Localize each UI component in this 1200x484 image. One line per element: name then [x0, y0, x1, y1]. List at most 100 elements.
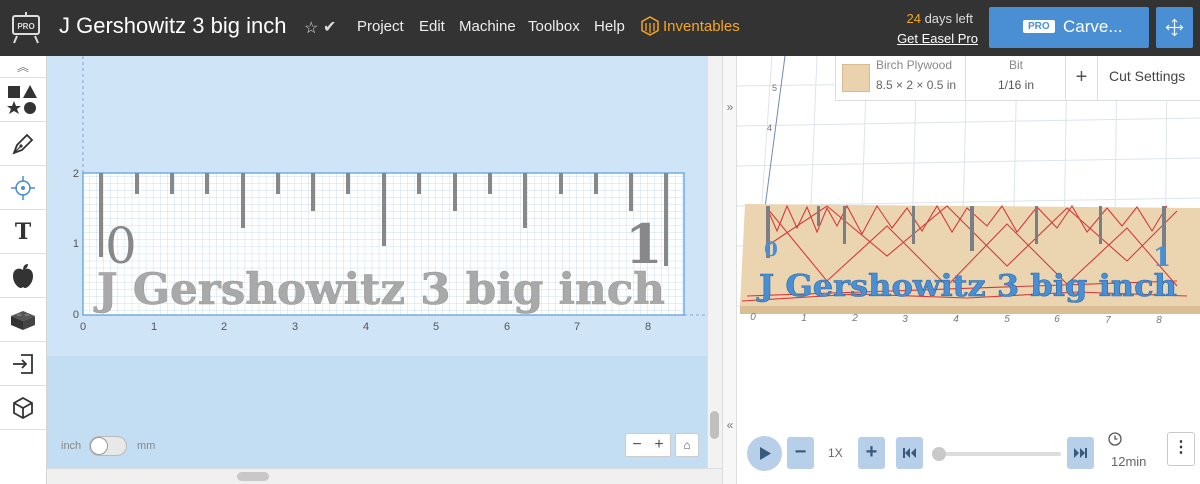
collapse-toolbar-button[interactable]: ︽ [0, 56, 46, 78]
tool-3d[interactable] [0, 386, 46, 430]
x-tick-label: 6 [504, 321, 510, 333]
preview-x-tick: 4 [953, 314, 959, 325]
x-tick-label: 3 [292, 321, 298, 333]
trial-suffix: days left [920, 11, 973, 26]
check-icon: ✔ [323, 19, 337, 36]
vertical-scroll-thumb[interactable] [710, 411, 719, 439]
plus-icon: + [865, 441, 878, 463]
preview-svg: 5 4 0 1 J Gershowitz 3 big inch 0 1 2 3 … [737, 56, 1200, 326]
play-button[interactable] [747, 436, 782, 471]
inventables-link[interactable]: Inventables [663, 18, 740, 35]
skip-end-button[interactable] [1067, 437, 1094, 469]
faster-button[interactable]: + [858, 437, 885, 469]
x-tick-label: 5 [433, 321, 439, 333]
menu-edit[interactable]: Edit [419, 18, 445, 35]
carve-pro-badge: PRO [1023, 20, 1055, 33]
y-tick-label: 0 [73, 309, 79, 321]
progress-knob[interactable] [932, 447, 946, 461]
star-icon[interactable]: ☆ [304, 18, 318, 38]
more-options-button[interactable]: ⋮ [1167, 432, 1195, 466]
menu-toolbox[interactable]: Toolbox [528, 18, 580, 35]
material-selector[interactable]: Birch Plywood 8.5 × 2 × 0.5 in [836, 56, 965, 101]
tool-icons[interactable] [0, 254, 46, 298]
preview-y-tick: 5 [772, 83, 777, 93]
material-swatch [842, 64, 870, 92]
expand-button[interactable] [1156, 7, 1193, 48]
more-vertical-icon: ⋮ [1173, 439, 1189, 456]
apps-icon [11, 310, 35, 330]
canvas-horizontal-scrollbar[interactable] [47, 468, 722, 484]
canvas-vertical-scrollbar[interactable] [707, 56, 722, 468]
chevron-up-icon: ︽ [16, 60, 29, 74]
x-tick-label: 8 [645, 321, 651, 333]
preview-x-tick: 2 [851, 313, 858, 324]
material-name: Birch Plywood [876, 58, 953, 72]
chevron-right-double-icon[interactable]: » [723, 100, 737, 114]
x-tick-label: 0 [80, 321, 86, 333]
import-icon [13, 353, 33, 374]
bit-title: Bit [1008, 58, 1023, 72]
material-dimensions: 8.5 × 2 × 0.5 in [876, 78, 957, 92]
unit-inch-label: inch [61, 440, 82, 452]
toggle-switch[interactable] [89, 436, 127, 456]
preview-y-tick: 4 [767, 123, 772, 133]
cut-settings-button[interactable]: Cut Settings [1097, 56, 1200, 101]
target-icon [11, 175, 35, 200]
preview-engraved-text: J Gershowitz 3 big inch [756, 269, 1177, 304]
rewind-button[interactable] [896, 437, 923, 469]
tool-pen[interactable] [0, 122, 46, 166]
easel-pro-logo-icon[interactable]: PRO [11, 12, 41, 44]
cube-icon [13, 396, 33, 419]
menu-machine[interactable]: Machine [459, 18, 516, 35]
material-settings-bar: Birch Plywood 8.5 × 2 × 0.5 in Bit 1/16 … [835, 56, 1200, 101]
skip-back-icon [903, 448, 916, 458]
tool-text[interactable]: T [0, 210, 46, 254]
inventables-logo-icon[interactable] [641, 16, 659, 36]
apple-icon [13, 263, 33, 288]
unit-mm-label: mm [137, 440, 156, 452]
trial-days: 24 [906, 11, 921, 26]
get-easel-pro-link[interactable]: Get Easel Pro [897, 31, 978, 46]
add-bit-button[interactable]: + [1065, 56, 1097, 101]
design-canvas[interactable]: 0 1 J Gershowitz 3 big inch 2 1 0 0 1 2 … [47, 56, 707, 468]
speed-label: 1X [828, 446, 843, 460]
x-tick-label: 4 [363, 321, 369, 333]
progress-track[interactable] [938, 452, 1061, 456]
play-icon [760, 447, 771, 460]
preview-x-tick: 3 [902, 314, 908, 325]
tool-import[interactable] [0, 342, 46, 386]
x-tick-label: 7 [574, 321, 580, 333]
zoom-in-button[interactable]: + [648, 434, 670, 456]
zoom-controls: − + [625, 433, 671, 457]
estimated-time: 12min [1111, 454, 1147, 469]
y-tick-label: 2 [73, 168, 79, 180]
toggle-knob [90, 437, 108, 455]
pane-splitter[interactable]: » « [722, 56, 737, 484]
engraved-text: J Gershowitz 3 big inch [93, 265, 665, 315]
carve-label: Carve... [1063, 17, 1123, 36]
slower-button[interactable]: − [787, 437, 814, 469]
zoom-out-button[interactable]: − [626, 434, 648, 456]
reset-view-button[interactable]: ⌂ [675, 433, 699, 457]
bit-selector[interactable]: Bit 1/16 in [965, 56, 1065, 101]
menu-project[interactable]: Project [357, 18, 404, 35]
preview-x-tick: 6 [1054, 314, 1060, 325]
menu-help[interactable]: Help [594, 18, 625, 35]
horizontal-scroll-thumb[interactable] [237, 472, 269, 481]
tool-shapes[interactable] [0, 78, 46, 122]
tool-target[interactable] [0, 166, 46, 210]
pen-icon [12, 133, 34, 155]
x-tick-label: 1 [151, 321, 157, 333]
carve-button[interactable]: PRO Carve... [989, 7, 1149, 48]
trial-status: 24 days left [907, 11, 974, 26]
preview-x-tick: 5 [1004, 314, 1010, 325]
carve-preview[interactable]: 5 4 0 1 J Gershowitz 3 big inch 0 1 2 3 … [737, 56, 1200, 484]
x-tick-label: 2 [221, 321, 227, 333]
project-title[interactable]: J Gershowitz 3 big inch [59, 13, 286, 39]
skip-forward-icon [1074, 448, 1087, 458]
design-svg: 0 1 J Gershowitz 3 big inch 2 1 0 0 1 2 … [73, 56, 707, 333]
left-toolbar: ︽ T [0, 56, 47, 484]
preview-x-tick: 7 [1105, 315, 1111, 326]
tool-apps[interactable] [0, 298, 46, 342]
chevron-left-double-icon[interactable]: « [723, 418, 737, 432]
